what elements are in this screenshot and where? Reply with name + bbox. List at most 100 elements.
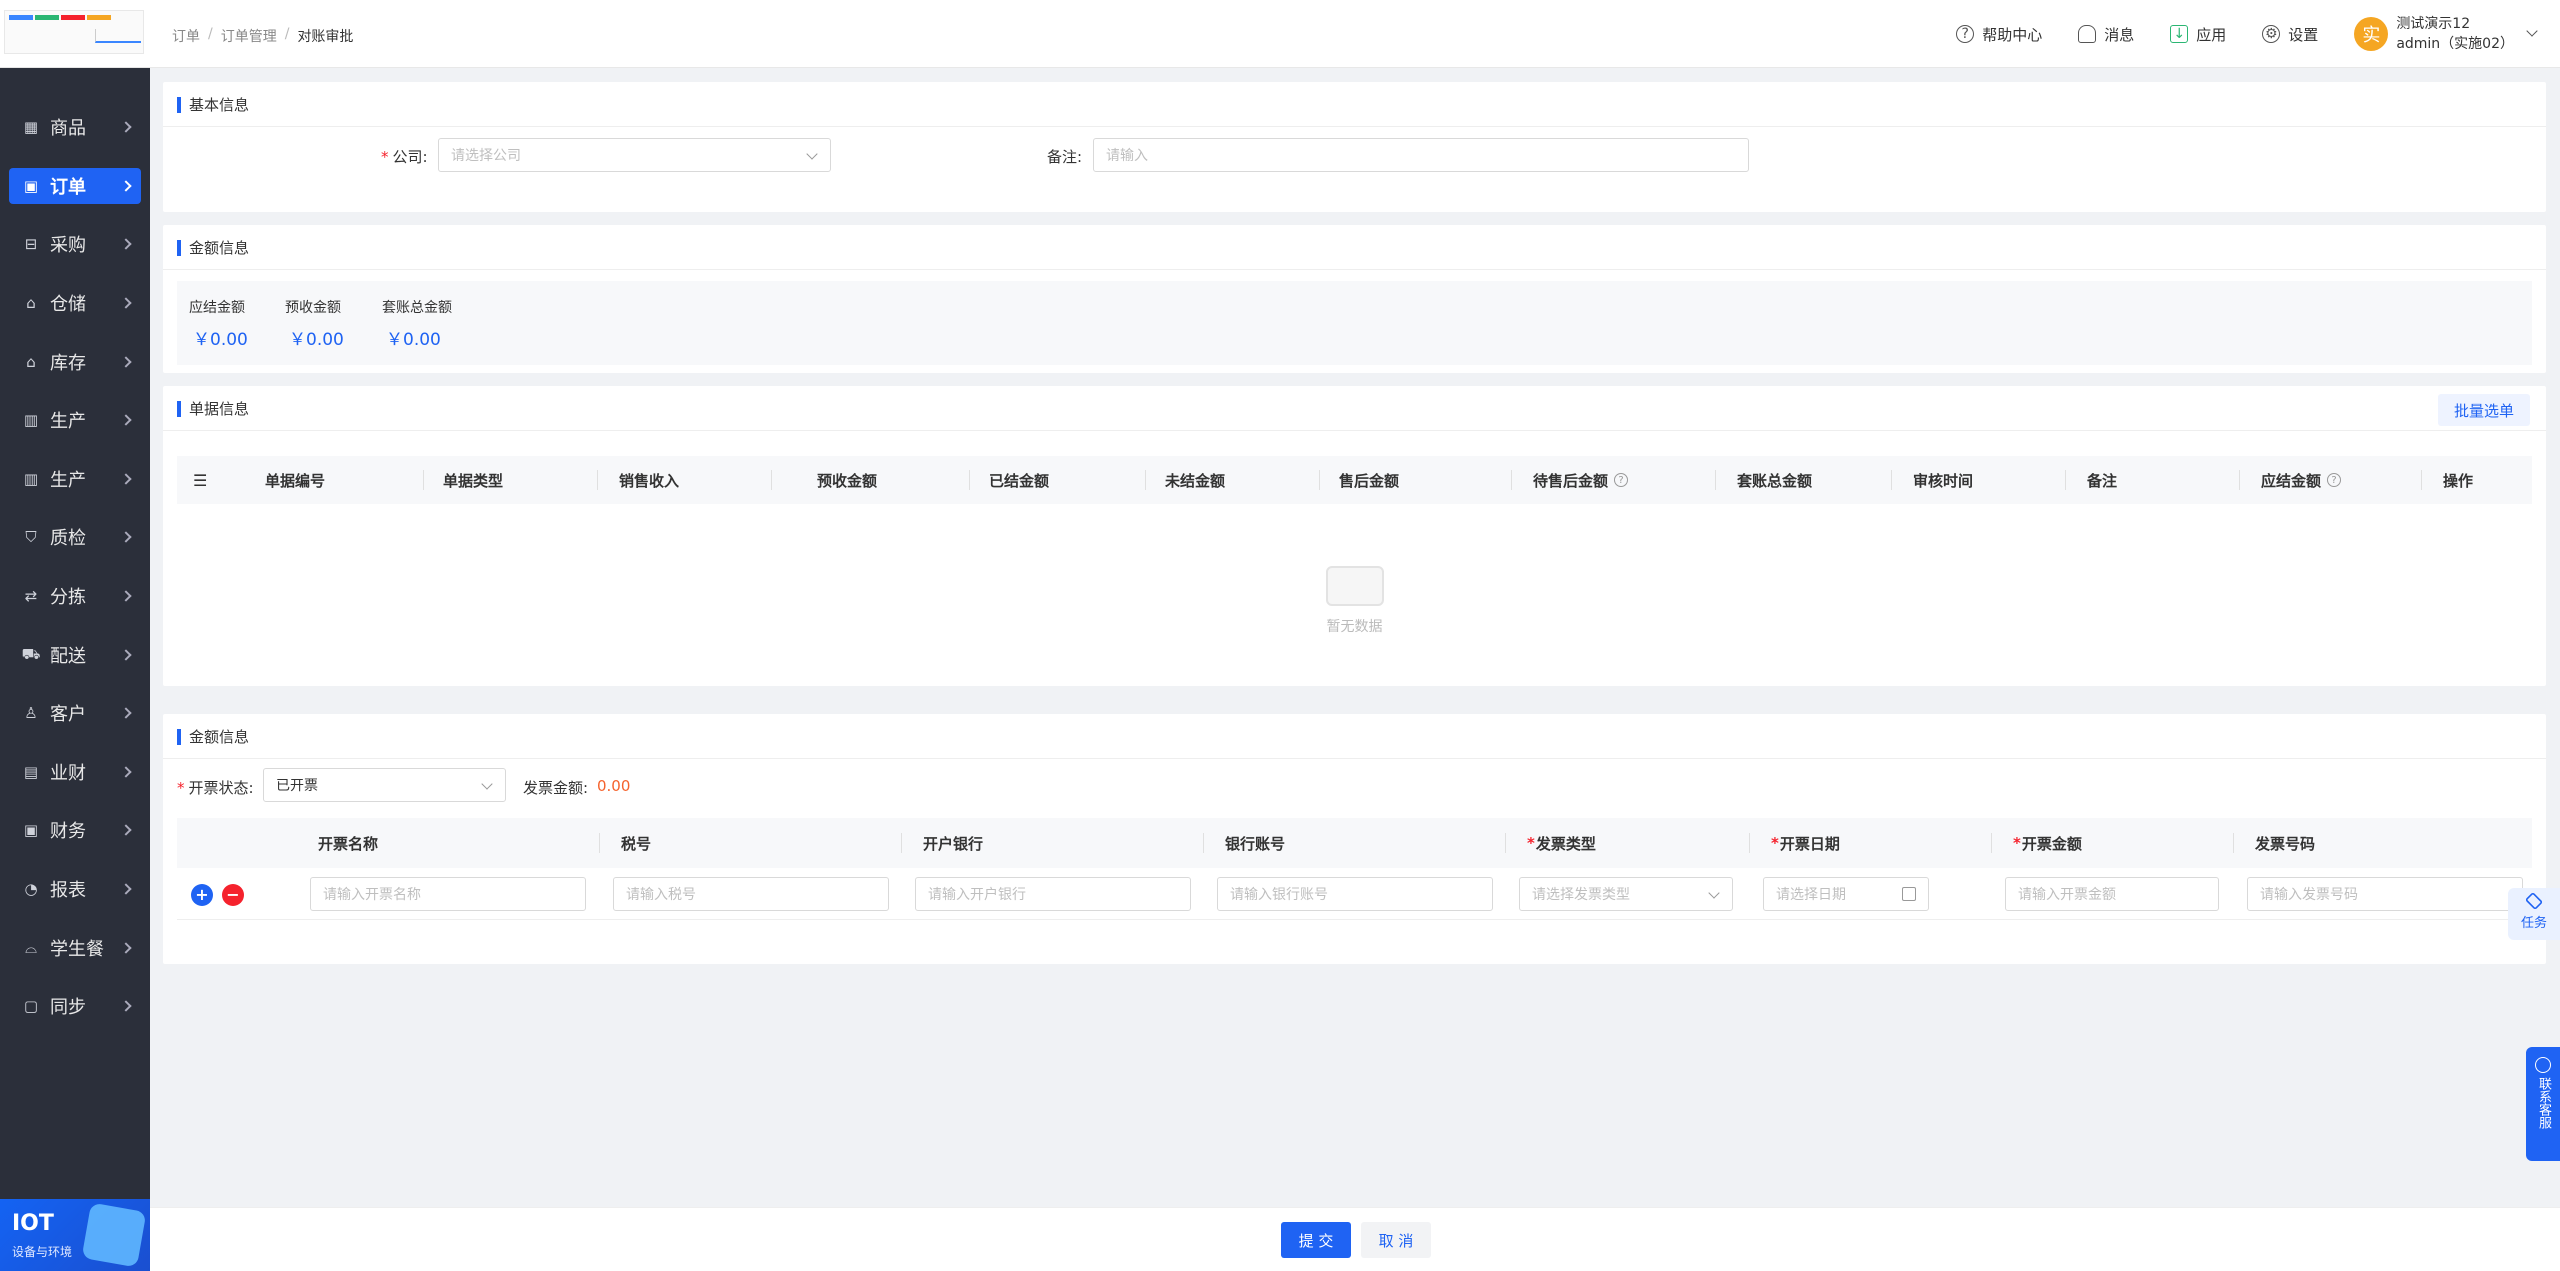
chevron-down-icon <box>481 778 493 790</box>
invoice-field-input[interactable]: 请输入税号 <box>613 877 889 911</box>
batch-select-button[interactable]: 批量选单 <box>2437 394 2530 426</box>
sidebar-item[interactable]: ▤ 业财 <box>0 743 150 802</box>
remark-placeholder: 请输入 <box>1106 148 1148 164</box>
sort-icon: ⇄ <box>24 587 38 606</box>
add-row-button[interactable]: + <box>191 884 213 906</box>
chevron-down-icon <box>2526 25 2538 37</box>
invoice-field-input[interactable]: 请输入开户银行 <box>915 877 1191 911</box>
invoice-status-label: * 开票状态: <box>177 777 254 798</box>
column-header-text: 未结金额 <box>1165 471 1226 490</box>
user-menu[interactable]: 实 测试演示12 admin（实施02） <box>2354 14 2538 54</box>
sidebar-item[interactable]: ◔ 报表 <box>0 860 150 919</box>
required-mark: * <box>1771 834 1779 852</box>
chevron-right-icon <box>120 824 132 837</box>
required-mark: * <box>1527 834 1535 852</box>
sidebar-item[interactable]: ▥ 生产 <box>0 391 150 450</box>
chat-icon <box>2535 1057 2551 1073</box>
messages-button[interactable]: 消息 <box>2078 24 2134 45</box>
column-separator <box>1319 470 1320 490</box>
settings-button[interactable]: ⚙ 设置 <box>2262 24 2318 45</box>
user-info: 测试演示12 admin（实施02） <box>2396 14 2514 54</box>
column-header: 未结金额 <box>1165 456 1225 504</box>
sidebar-item[interactable]: ▦ 商品 <box>0 98 150 157</box>
invoice-status-select[interactable]: 已开票 <box>263 768 506 802</box>
help-icon[interactable]: ? <box>2327 473 2342 487</box>
sidebar-nav: ▦ 商品 ▣ 订单 ⊟ 采购 ⌂ 仓储 ⌂ 库存 ▥ 生产 ▥ 生产 ⛉ 质检 ⇄ 分拣 ⛟ 配送 ♙ 客户 ▤ 业财 ▣ 财务 ◔… <box>0 98 150 1036</box>
divider <box>163 758 2546 759</box>
required-mark: * <box>177 779 185 797</box>
sidebar-item[interactable]: ⛉ 质检 <box>0 508 150 567</box>
user-account: admin（实施02） <box>2396 36 2514 52</box>
chevron-right-icon <box>120 648 132 661</box>
breadcrumb-separator: / <box>284 26 290 42</box>
invoice-field-input[interactable]: 请输入银行账号 <box>1217 877 1493 911</box>
sidebar-item[interactable]: ♙ 客户 <box>0 684 150 743</box>
amount-item: 应结金额 ￥0.00 <box>189 297 248 350</box>
column-settings-icon[interactable]: ☰ <box>193 456 207 504</box>
section-title: 金额信息 <box>177 728 249 746</box>
invoice-field-input[interactable]: 请输入开票名称 <box>310 877 586 911</box>
customer-service-button[interactable]: 联系客服 <box>2526 1047 2560 1161</box>
table-row: + − 请输入开票名称 请输入税号 请输入开户银行 请输入银行账号 请选择发票类型 请选择… <box>177 868 2532 920</box>
column-separator <box>2233 833 2234 853</box>
submit-button[interactable]: 提 交 <box>1281 1222 1351 1258</box>
column-header-text: 开票日期 <box>1779 834 1840 853</box>
amount-info-section: 金额信息 应结金额 ￥0.00 预收金额 ￥0.00 套账总金额 ￥0.00 <box>163 225 2546 373</box>
column-separator <box>1991 833 1992 853</box>
iot-banner[interactable]: IOT 设备与环境 <box>0 1199 150 1271</box>
remove-row-button[interactable]: − <box>222 884 244 906</box>
warehouse-icon: ⌂ <box>26 294 36 313</box>
column-header: 套账总金额 <box>1737 456 1812 504</box>
invoice-type-select[interactable]: 请选择发票类型 <box>1519 877 1733 911</box>
breadcrumb-item[interactable]: 订单 <box>172 26 200 46</box>
sidebar-item[interactable]: ▥ 生产 <box>0 450 150 509</box>
sidebar-item[interactable]: ⌓ 学生餐 <box>0 918 150 977</box>
column-header-text: 单据类型 <box>443 471 504 490</box>
company-select[interactable]: 请选择公司 <box>438 138 831 172</box>
sidebar-item-label: 订单 <box>50 176 86 198</box>
sidebar-item[interactable]: ⛟ 配送 <box>0 625 150 684</box>
logo-thumbnail[interactable] <box>4 10 144 54</box>
column-header: 预收金额 <box>817 456 877 504</box>
sidebar-item[interactable]: ⌂ 仓储 <box>0 274 150 333</box>
column-header-text: 操作 <box>2443 471 2474 490</box>
apps-button[interactable]: ↓ 应用 <box>2170 24 2226 45</box>
sidebar-item[interactable]: ▣ 订单 <box>0 157 150 216</box>
sidebar-item-label: 采购 <box>50 235 86 257</box>
input-placeholder: 请输入开户银行 <box>928 887 1026 903</box>
input-placeholder: 请选择发票类型 <box>1532 887 1630 903</box>
sidebar-item-label: 业财 <box>50 762 86 784</box>
column-header-text: 销售收入 <box>619 471 680 490</box>
cancel-button[interactable]: 取 消 <box>1361 1222 1431 1258</box>
sidebar-item[interactable]: ▣ 财务 <box>0 801 150 860</box>
task-float-button[interactable]: 任务 <box>2508 888 2560 940</box>
column-header: 发票号码 <box>2255 818 2315 868</box>
column-separator <box>423 470 424 490</box>
sidebar-item[interactable]: ⇄ 分拣 <box>0 567 150 626</box>
column-header-text: 单据编号 <box>265 471 326 490</box>
column-separator <box>2239 470 2240 490</box>
sidebar-item[interactable]: ⊟ 采购 <box>0 215 150 274</box>
sidebar-item[interactable]: ▢ 同步 <box>0 977 150 1036</box>
user-name: 测试演示12 <box>2396 16 2471 32</box>
invoice-field-input[interactable]: 请输入开票金额 <box>2005 877 2219 911</box>
sidebar-item-label: 同步 <box>50 997 86 1019</box>
sidebar-item[interactable]: ⌂ 库存 <box>0 332 150 391</box>
user-icon: ♙ <box>24 704 38 723</box>
help-center-button[interactable]: ? 帮助中心 <box>1956 24 2042 45</box>
gear-icon: ⚙ <box>2262 25 2281 43</box>
invoice-field-input[interactable]: 请输入发票号码 <box>2247 877 2523 911</box>
column-header-text: 售后金额 <box>1339 471 1400 490</box>
section-title: 基本信息 <box>177 96 249 114</box>
iot-subtitle: 设备与环境 <box>12 1245 73 1259</box>
breadcrumb: 订单 / 订单管理 / 对账审批 <box>172 26 353 46</box>
chart-icon: ▤ <box>23 762 39 781</box>
chevron-right-icon <box>120 1000 132 1012</box>
calendar-icon <box>1902 887 1916 901</box>
help-icon: ? <box>1956 25 1975 43</box>
help-icon[interactable]: ? <box>1614 473 1629 487</box>
breadcrumb-item[interactable]: 订单管理 <box>221 26 277 46</box>
invoice-date-picker[interactable]: 请选择日期 <box>1763 877 1929 911</box>
remark-input[interactable]: 请输入 <box>1093 138 1749 172</box>
column-header: 开票名称 <box>318 818 378 868</box>
